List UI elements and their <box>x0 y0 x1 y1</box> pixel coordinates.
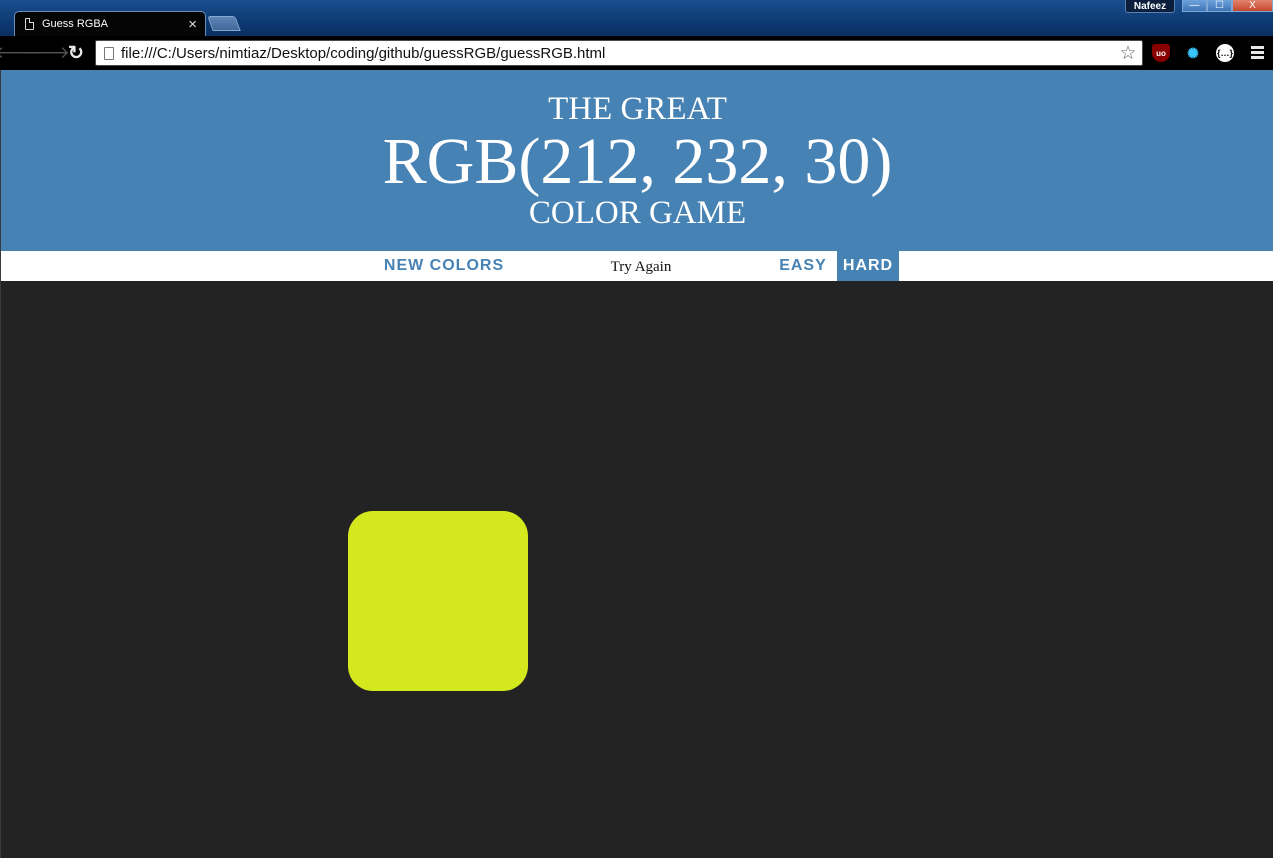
controls-stripe: New Colors Try Again Easy Hard <box>1 251 1273 281</box>
extension-gear-icon[interactable]: ✺ <box>1184 44 1202 62</box>
game-page: THE GREAT RGB(212, 232, 30) COLOR GAME N… <box>0 70 1273 858</box>
page-icon <box>104 46 114 60</box>
json-extension-icon[interactable]: {…} <box>1216 44 1234 62</box>
browser-tab-active[interactable]: Guess RGBA × <box>14 11 206 36</box>
ublock-extension-icon[interactable]: uo <box>1152 44 1170 62</box>
game-header: THE GREAT RGB(212, 232, 30) COLOR GAME <box>1 70 1273 251</box>
close-tab-icon[interactable]: × <box>188 17 197 32</box>
reload-icon[interactable]: ↻ <box>65 42 87 64</box>
forward-arrow-icon[interactable]: 🡒 <box>24 42 70 64</box>
header-line-bottom: COLOR GAME <box>528 195 747 231</box>
color-square[interactable] <box>348 511 528 691</box>
header-line-top: THE GREAT <box>548 91 727 127</box>
browser-menu-icon[interactable] <box>1251 46 1264 61</box>
page-icon <box>25 18 34 30</box>
hard-mode-button[interactable]: Hard <box>837 251 899 281</box>
target-color-display: RGB(212, 232, 30) <box>382 125 893 198</box>
browser-toolbar: 🡐 🡒 ↻ file:///C:/Users/nimtiaz/Desktop/c… <box>0 36 1273 70</box>
browser-titlebar: Guess RGBA × Nafeez — ☐ X <box>0 0 1273 36</box>
maximize-button[interactable]: ☐ <box>1207 0 1232 12</box>
url-text[interactable]: file:///C:/Users/nimtiaz/Desktop/coding/… <box>121 45 1116 62</box>
tab-title: Guess RGBA <box>42 18 109 30</box>
new-colors-button[interactable]: New Colors <box>377 251 511 281</box>
easy-mode-button[interactable]: Easy <box>771 251 835 281</box>
close-window-button[interactable]: X <box>1232 0 1273 12</box>
address-bar[interactable]: file:///C:/Users/nimtiaz/Desktop/coding/… <box>95 40 1143 66</box>
profile-button[interactable]: Nafeez <box>1125 0 1175 13</box>
bookmark-star-icon[interactable]: ☆ <box>1116 42 1140 65</box>
new-tab-button[interactable] <box>207 16 241 31</box>
feedback-message: Try Again <box>610 258 672 275</box>
minimize-button[interactable]: — <box>1182 0 1207 12</box>
